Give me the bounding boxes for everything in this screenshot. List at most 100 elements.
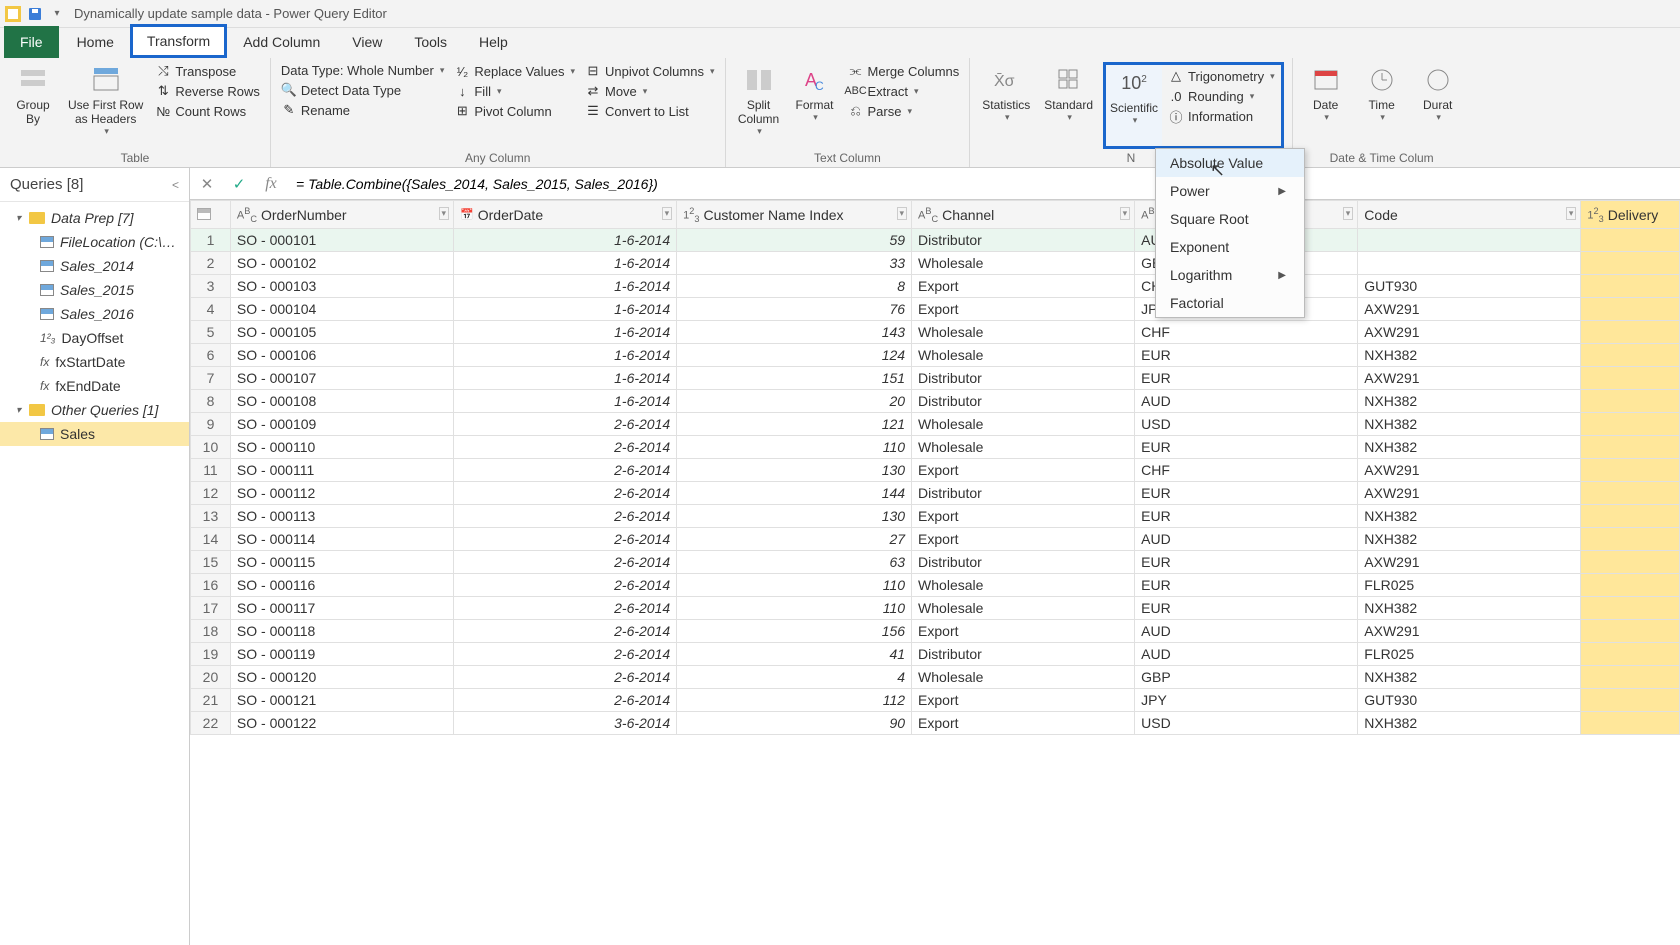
- cell-channel[interactable]: Export: [912, 712, 1135, 735]
- cell-currency[interactable]: EUR: [1135, 597, 1358, 620]
- detect-type-button[interactable]: 🔍Detect Data Type: [279, 81, 446, 99]
- table-row[interactable]: 3SO - 0001031-6-20148ExportCHFGUT930: [191, 275, 1680, 298]
- cell-delivery[interactable]: [1581, 597, 1680, 620]
- cell-code[interactable]: NXH382: [1358, 712, 1581, 735]
- cell-order[interactable]: SO - 000113: [230, 505, 453, 528]
- cell-customer[interactable]: 90: [677, 712, 912, 735]
- cell-channel[interactable]: Export: [912, 298, 1135, 321]
- cell-delivery[interactable]: [1581, 620, 1680, 643]
- table-row[interactable]: 4SO - 0001041-6-201476ExportJPYAXW291: [191, 298, 1680, 321]
- cell-delivery[interactable]: [1581, 275, 1680, 298]
- query-sales-2014[interactable]: Sales_2014: [0, 254, 189, 278]
- unpivot-button[interactable]: ⊟Unpivot Columns: [583, 62, 717, 80]
- table-row[interactable]: 17SO - 0001172-6-2014110WholesaleEURNXH3…: [191, 597, 1680, 620]
- cell-channel[interactable]: Export: [912, 505, 1135, 528]
- cell-code[interactable]: FLR025: [1358, 643, 1581, 666]
- duration-button[interactable]: Durat: [1413, 62, 1463, 149]
- cell-date[interactable]: 2-6-2014: [454, 551, 677, 574]
- cell-date[interactable]: 2-6-2014: [454, 459, 677, 482]
- cell-delivery[interactable]: [1581, 298, 1680, 321]
- query-group-data-prep[interactable]: Data Prep [7]: [0, 206, 189, 230]
- trigonometry-button[interactable]: △Trigonometry: [1166, 67, 1277, 85]
- information-button[interactable]: ⓘInformation: [1166, 107, 1277, 125]
- cell-channel[interactable]: Wholesale: [912, 574, 1135, 597]
- cell-order[interactable]: SO - 000119: [230, 643, 453, 666]
- fx-icon[interactable]: fx: [260, 175, 282, 193]
- cell-date[interactable]: 1-6-2014: [454, 298, 677, 321]
- cell-delivery[interactable]: [1581, 436, 1680, 459]
- cell-customer[interactable]: 20: [677, 390, 912, 413]
- cell-customer[interactable]: 59: [677, 229, 912, 252]
- cell-customer[interactable]: 130: [677, 505, 912, 528]
- cell-order[interactable]: SO - 000122: [230, 712, 453, 735]
- cell-date[interactable]: 1-6-2014: [454, 321, 677, 344]
- cell-customer[interactable]: 8: [677, 275, 912, 298]
- cell-currency[interactable]: JPY: [1135, 689, 1358, 712]
- col-order-date[interactable]: 📅OrderDate▾: [454, 201, 677, 229]
- cell-order[interactable]: SO - 000105: [230, 321, 453, 344]
- cell-order[interactable]: SO - 000108: [230, 390, 453, 413]
- count-rows-button[interactable]: №Count Rows: [153, 102, 262, 120]
- cell-order[interactable]: SO - 000109: [230, 413, 453, 436]
- cell-delivery[interactable]: [1581, 390, 1680, 413]
- formula-cancel-icon[interactable]: ✕: [196, 175, 218, 193]
- cell-customer[interactable]: 156: [677, 620, 912, 643]
- fill-button[interactable]: ↓Fill: [452, 82, 577, 100]
- cell-order[interactable]: SO - 000112: [230, 482, 453, 505]
- pivot-button[interactable]: ⊞Pivot Column: [452, 102, 577, 120]
- cell-code[interactable]: [1358, 252, 1581, 275]
- cell-date[interactable]: 2-6-2014: [454, 689, 677, 712]
- cell-customer[interactable]: 76: [677, 298, 912, 321]
- cell-code[interactable]: NXH382: [1358, 597, 1581, 620]
- cell-channel[interactable]: Distributor: [912, 643, 1135, 666]
- cell-order[interactable]: SO - 000110: [230, 436, 453, 459]
- date-button[interactable]: Date: [1301, 62, 1351, 149]
- cell-channel[interactable]: Distributor: [912, 229, 1135, 252]
- tab-file[interactable]: File: [4, 26, 59, 58]
- cell-order[interactable]: SO - 000103: [230, 275, 453, 298]
- cell-channel[interactable]: Export: [912, 459, 1135, 482]
- tab-home[interactable]: Home: [61, 26, 130, 58]
- cell-customer[interactable]: 130: [677, 459, 912, 482]
- menu-power[interactable]: Power▶: [1156, 177, 1304, 205]
- cell-date[interactable]: 2-6-2014: [454, 597, 677, 620]
- cell-channel[interactable]: Wholesale: [912, 321, 1135, 344]
- formula-commit-icon[interactable]: ✓: [228, 175, 250, 193]
- cell-code[interactable]: NXH382: [1358, 390, 1581, 413]
- cell-code[interactable]: AXW291: [1358, 620, 1581, 643]
- query-sales[interactable]: Sales: [0, 422, 189, 446]
- cell-date[interactable]: 1-6-2014: [454, 229, 677, 252]
- cell-delivery[interactable]: [1581, 574, 1680, 597]
- cell-order[interactable]: SO - 000102: [230, 252, 453, 275]
- cell-code[interactable]: NXH382: [1358, 413, 1581, 436]
- menu-exponent[interactable]: Exponent: [1156, 233, 1304, 261]
- cell-currency[interactable]: EUR: [1135, 482, 1358, 505]
- cell-order[interactable]: SO - 000117: [230, 597, 453, 620]
- col-delivery[interactable]: 123Delivery: [1581, 201, 1680, 229]
- cell-delivery[interactable]: [1581, 551, 1680, 574]
- cell-currency[interactable]: GBP: [1135, 666, 1358, 689]
- cell-customer[interactable]: 112: [677, 689, 912, 712]
- cell-channel[interactable]: Wholesale: [912, 666, 1135, 689]
- convert-list-button[interactable]: ☰Convert to List: [583, 102, 717, 120]
- cell-currency[interactable]: AUD: [1135, 620, 1358, 643]
- cell-code[interactable]: NXH382: [1358, 666, 1581, 689]
- cell-currency[interactable]: EUR: [1135, 344, 1358, 367]
- reverse-rows-button[interactable]: ⇅Reverse Rows: [153, 82, 262, 100]
- standard-button[interactable]: Standard: [1040, 62, 1097, 149]
- table-row[interactable]: 22SO - 0001223-6-201490ExportUSDNXH382: [191, 712, 1680, 735]
- table-row[interactable]: 7SO - 0001071-6-2014151DistributorEURAXW…: [191, 367, 1680, 390]
- cell-delivery[interactable]: [1581, 229, 1680, 252]
- menu-logarithm[interactable]: Logarithm▶: [1156, 261, 1304, 289]
- cell-order[interactable]: SO - 000104: [230, 298, 453, 321]
- cell-order[interactable]: SO - 000116: [230, 574, 453, 597]
- cell-code[interactable]: NXH382: [1358, 528, 1581, 551]
- cell-date[interactable]: 1-6-2014: [454, 367, 677, 390]
- cell-delivery[interactable]: [1581, 643, 1680, 666]
- cell-customer[interactable]: 110: [677, 597, 912, 620]
- collapse-pane-icon[interactable]: <: [172, 178, 179, 192]
- cell-delivery[interactable]: [1581, 252, 1680, 275]
- use-first-row-button[interactable]: Use First Row as Headers: [64, 62, 147, 149]
- cell-channel[interactable]: Export: [912, 275, 1135, 298]
- table-row[interactable]: 10SO - 0001102-6-2014110WholesaleEURNXH3…: [191, 436, 1680, 459]
